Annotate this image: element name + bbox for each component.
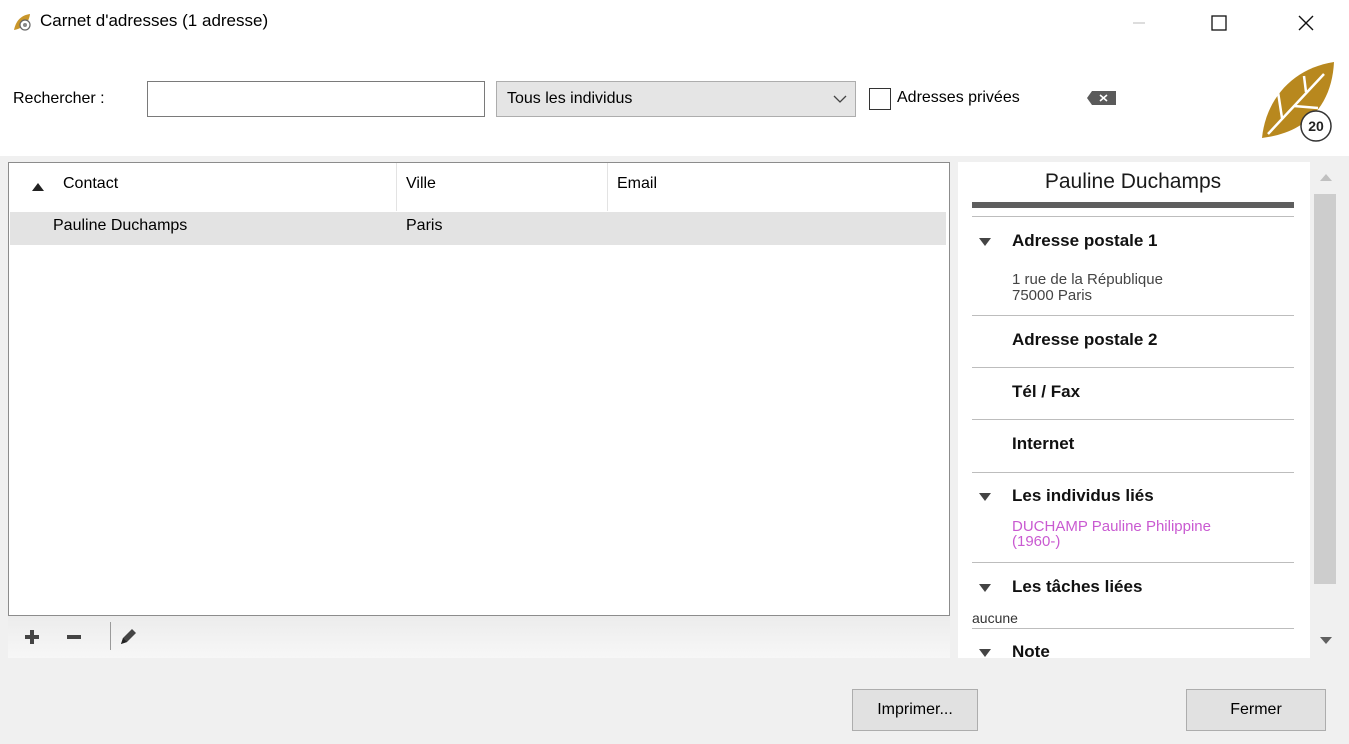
column-divider: [396, 163, 397, 211]
section-title-linked-tasks[interactable]: Les tâches liées: [1012, 577, 1142, 597]
maximize-button[interactable]: [1196, 0, 1242, 46]
private-addresses-label[interactable]: Adresses privées: [897, 89, 1020, 107]
detail-scrollbar[interactable]: [1310, 162, 1341, 658]
clear-search-icon[interactable]: [1086, 90, 1118, 106]
close-icon: [1298, 15, 1314, 31]
search-label: Rechercher :: [13, 90, 105, 107]
edit-contact-button[interactable]: [116, 625, 140, 649]
window-title: Carnet d'adresses (1 adresse): [40, 11, 269, 30]
section-title-address2[interactable]: Adresse postale 2: [1012, 330, 1158, 350]
name-underline: [972, 202, 1294, 208]
private-addresses-checkbox[interactable]: [869, 88, 891, 110]
chevron-down-icon: [833, 95, 847, 103]
section-title-linked-people[interactable]: Les individus liés: [1012, 486, 1154, 506]
section-title-address1[interactable]: Adresse postale 1: [1012, 231, 1158, 251]
minimize-icon: [1133, 22, 1145, 24]
linked-person-link[interactable]: DUCHAMP Pauline Philippine: [1012, 519, 1211, 534]
close-window-button[interactable]: [1283, 0, 1329, 46]
minimize-button[interactable]: [1116, 0, 1162, 46]
triangle-down-icon[interactable]: [978, 237, 992, 247]
section-divider: [972, 472, 1294, 473]
search-input[interactable]: [147, 81, 485, 117]
table-row[interactable]: Pauline Duchamps Paris: [10, 212, 946, 245]
remove-contact-button[interactable]: [62, 625, 86, 649]
section-divider: [972, 315, 1294, 316]
linked-tasks-value: aucune: [972, 610, 1018, 626]
print-button[interactable]: Imprimer...: [852, 689, 978, 731]
contact-detail-panel: Pauline Duchamps Adresse postale 1 1 rue…: [958, 162, 1310, 658]
detail-contact-name: Pauline Duchamps: [1044, 170, 1222, 193]
close-button[interactable]: Fermer: [1186, 689, 1326, 731]
scroll-up-icon[interactable]: [1319, 172, 1333, 182]
address1-line2: 75000 Paris: [1012, 287, 1093, 304]
section-divider: [972, 628, 1294, 629]
section-title-internet[interactable]: Internet: [1012, 434, 1074, 454]
search-toolbar: Rechercher : Tous les individus Adresses…: [0, 46, 1349, 156]
contacts-table: Contact Ville Email Pauline Duchamps Par…: [8, 162, 950, 616]
list-actions-toolbar: [8, 616, 950, 658]
toolbar-divider: [110, 622, 111, 650]
minus-icon: [67, 635, 81, 639]
section-divider: [972, 562, 1294, 563]
app-logo: 20: [1254, 58, 1338, 146]
section-divider: [972, 367, 1294, 368]
cell-contact: Pauline Duchamps: [53, 217, 188, 234]
linked-person-dates[interactable]: (1960-): [1012, 534, 1060, 549]
scroll-down-icon[interactable]: [1319, 636, 1333, 646]
add-contact-button[interactable]: [20, 625, 44, 649]
filter-dropdown-value: Tous les individus: [507, 90, 633, 107]
triangle-down-icon[interactable]: [978, 583, 992, 593]
cell-ville: Paris: [406, 217, 443, 234]
column-divider: [607, 163, 608, 211]
address1-line1: 1 rue de la République: [1012, 271, 1163, 288]
maximize-icon: [1211, 15, 1227, 31]
plus-icon: [25, 630, 39, 644]
section-divider: [972, 216, 1294, 217]
triangle-down-icon[interactable]: [978, 492, 992, 502]
column-header-ville[interactable]: Ville: [406, 175, 436, 193]
section-title-phone[interactable]: Tél / Fax: [1012, 382, 1080, 402]
app-leaf-icon: [14, 14, 31, 31]
sort-ascending-icon[interactable]: [31, 180, 45, 192]
column-header-email[interactable]: Email: [617, 175, 657, 193]
scroll-thumb[interactable]: [1314, 194, 1336, 584]
section-divider: [972, 419, 1294, 420]
triangle-down-icon[interactable]: [978, 648, 992, 658]
section-title-note[interactable]: Note: [1012, 642, 1050, 658]
golden-leaf-logo-icon: 20: [1262, 62, 1334, 142]
column-header-contact[interactable]: Contact: [63, 175, 118, 193]
title-bar: Carnet d'adresses (1 adresse): [0, 0, 1349, 46]
pencil-icon: [121, 629, 136, 644]
filter-dropdown[interactable]: Tous les individus: [496, 81, 856, 117]
logo-text: 20: [1308, 118, 1324, 134]
